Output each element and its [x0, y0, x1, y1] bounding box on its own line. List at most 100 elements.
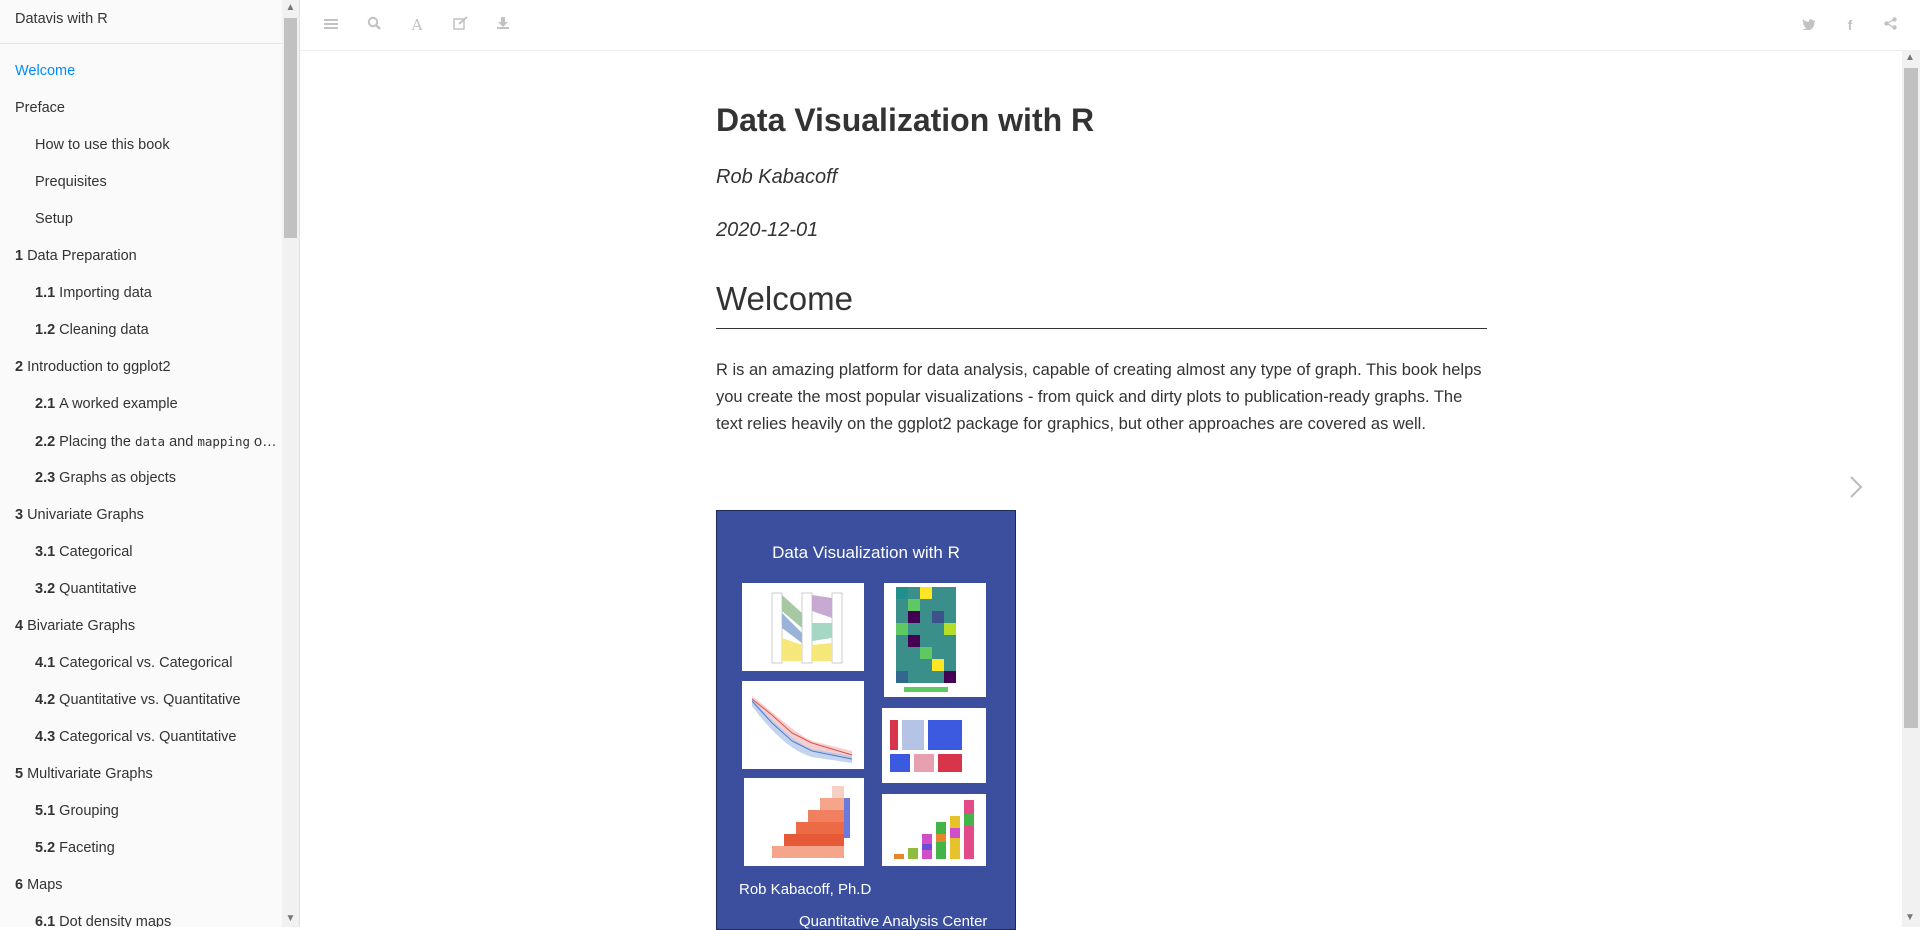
book-title[interactable]: Datavis with R: [0, 0, 282, 44]
toc-item-label: Quantitative vs. Quantitative: [59, 692, 241, 708]
toc-item-number: 1.1: [35, 285, 56, 301]
toc-item-a-worked-example[interactable]: 2.1 A worked example: [0, 386, 282, 423]
menu-icon[interactable]: [322, 16, 340, 34]
toc-item-label: Importing data: [59, 285, 152, 301]
date: 2020-12-01: [716, 218, 819, 241]
toc-item-number: 1.2: [35, 322, 56, 338]
toc-item-introduction-to-ggplot2[interactable]: 2 Introduction to ggplot2: [0, 349, 282, 386]
toc-item-label: Quantitative: [59, 581, 137, 597]
toc-item-label: Preface: [15, 100, 65, 116]
toc-item-number: 5.1: [35, 803, 56, 819]
toc-item-number: 4.2: [35, 692, 56, 708]
toc-item-categorical[interactable]: 3.1 Categorical: [0, 534, 282, 571]
cover-author: Rob Kabacoff, Ph.D: [739, 881, 872, 898]
table-of-contents: Welcome Preface How to use this book Prequi…: [0, 44, 282, 927]
toc-item-number: 6.1: [35, 914, 56, 927]
toc-item-cleaning-data[interactable]: 1.2 Cleaning data: [0, 312, 282, 349]
toc-item-prequisites[interactable]: Prequisites: [0, 164, 282, 201]
font-icon[interactable]: A: [408, 16, 426, 34]
toc-item-how-to-use-this-book[interactable]: How to use this book: [0, 127, 282, 164]
download-icon[interactable]: [494, 16, 512, 34]
cover-correlation-plot: [744, 778, 864, 866]
toc-item-maps[interactable]: 6 Maps: [0, 867, 282, 904]
toc-item-number: 5.2: [35, 840, 56, 856]
sidebar-scroll-thumb[interactable]: [284, 18, 297, 238]
toc-item-label: Multivariate Graphs: [27, 766, 153, 782]
toc-item-label: Univariate Graphs: [27, 507, 144, 523]
search-icon[interactable]: [365, 16, 383, 34]
toc-item-categorical-vs-categorical[interactable]: 4.1 Categorical vs. Categorical: [0, 645, 282, 682]
toc-item-label: Cleaning data: [59, 322, 149, 338]
main-scroll-up-arrow[interactable]: ▲: [1905, 52, 1915, 63]
toc-item-data-preparation[interactable]: 1 Data Preparation: [0, 238, 282, 275]
toc-item-label: Categorical vs. Categorical: [59, 655, 233, 671]
toc-item-label: Graphs as objects: [59, 470, 177, 486]
main-scroll-down-arrow[interactable]: ▼: [1905, 912, 1915, 923]
toc-item-label: Maps: [27, 877, 63, 893]
toc-item-grouping[interactable]: 5.1 Grouping: [0, 793, 282, 830]
toc-item-number: 3.1: [35, 544, 56, 560]
toc-item-quantitative[interactable]: 3.2 Quantitative: [0, 571, 282, 608]
toc-item-number: 2.3: [35, 470, 56, 486]
toc-item-placing-the-data-and-mapping-options[interactable]: 2.2Placing the data and mapping options: [0, 423, 282, 460]
toc-item-univariate-graphs[interactable]: 3 Univariate Graphs: [0, 497, 282, 534]
scroll-down-arrow[interactable]: ▼: [282, 911, 299, 927]
toc-item-quantitative-vs-quantitative[interactable]: 4.2 Quantitative vs. Quantitative: [0, 682, 282, 719]
toolbar: A f: [300, 0, 1902, 51]
sidebar-scrollbar[interactable]: ▲ ▼: [282, 0, 300, 927]
book-cover-image: Data Visualization with R Rob Kabacoff, …: [716, 510, 1016, 930]
toc-item-label: Welcome: [15, 63, 76, 79]
toc-item-number: 2.1: [35, 396, 56, 412]
cover-institution: Quantitative Analysis Center: [799, 913, 988, 930]
toc-item-importing-data[interactable]: 1.1 Importing data: [0, 275, 282, 312]
facebook-icon[interactable]: f: [1841, 16, 1859, 34]
toc-item-label: Prequisites: [35, 174, 107, 190]
scroll-up-arrow[interactable]: ▲: [282, 0, 299, 16]
toc-item-number: 2: [15, 359, 24, 375]
intro-paragraph: R is an amazing platform for data analys…: [716, 360, 1482, 433]
cover-heatmap: [884, 583, 986, 697]
toc-item-label: Placing the data and mapping options: [59, 434, 282, 450]
toc-item-bivariate-graphs[interactable]: 4 Bivariate Graphs: [0, 608, 282, 645]
toc-item-label: Bivariate Graphs: [27, 618, 136, 634]
toc-item-label: Setup: [35, 211, 73, 227]
toc-item-label: Introduction to ggplot2: [27, 359, 171, 375]
toc-item-label: Categorical vs. Quantitative: [59, 729, 237, 745]
twitter-icon[interactable]: [1800, 16, 1818, 34]
page-title: Data Visualization with R: [716, 102, 1095, 138]
share-icon[interactable]: [1881, 16, 1899, 34]
toc-item-multivariate-graphs[interactable]: 5 Multivariate Graphs: [0, 756, 282, 793]
toc-item-label: Dot density maps: [59, 914, 172, 927]
cover-alluvial-plot: [742, 583, 864, 671]
toc-item-number: 3: [15, 507, 24, 523]
toc-item-number: 4: [15, 618, 24, 634]
toc-item-welcome[interactable]: Welcome: [0, 53, 282, 90]
toc-item-number: 3.2: [35, 581, 56, 597]
toc-item-number: 4.1: [35, 655, 56, 671]
cover-mosaic-plot: [882, 708, 986, 783]
cover-survival-plot: [742, 681, 864, 769]
toc-item-number: 1: [15, 248, 24, 264]
toc-item-preface[interactable]: Preface: [0, 90, 282, 127]
sidebar: Datavis with R Welcome Preface How to use …: [0, 0, 283, 927]
toc-item-faceting[interactable]: 5.2 Faceting: [0, 830, 282, 867]
toc-item-number: 6: [15, 877, 24, 893]
toc-item-dot-density-maps[interactable]: 6.1 Dot density maps: [0, 904, 282, 927]
toc-item-label: Data Preparation: [27, 248, 137, 264]
toc-item-categorical-vs-quantitative[interactable]: 4.3 Categorical vs. Quantitative: [0, 719, 282, 756]
section-heading: Welcome: [716, 280, 1487, 329]
toc-item-label: A worked example: [59, 396, 178, 412]
toc-item-number: 4.3: [35, 729, 56, 745]
toc-item-label: How to use this book: [35, 137, 170, 153]
toc-item-number: 5: [15, 766, 24, 782]
cover-stacked-bar-chart: [882, 794, 986, 866]
cover-title: Data Visualization with R: [772, 543, 960, 562]
next-page-arrow[interactable]: [1848, 474, 1868, 504]
toc-item-label: Grouping: [59, 803, 119, 819]
toc-item-setup[interactable]: Setup: [0, 201, 282, 238]
main-scrollbar[interactable]: [1902, 50, 1920, 927]
edit-icon[interactable]: [451, 16, 469, 34]
author: Rob Kabacoff: [716, 165, 838, 188]
main-scroll-thumb[interactable]: [1904, 68, 1918, 728]
toc-item-graphs-as-objects[interactable]: 2.3 Graphs as objects: [0, 460, 282, 497]
